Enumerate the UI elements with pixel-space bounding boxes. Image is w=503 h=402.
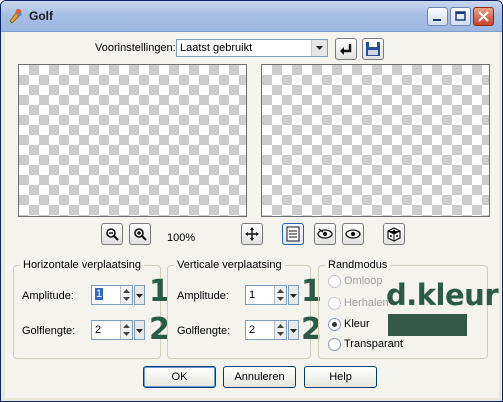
horizontal-amplitude-dropdown[interactable] [134,285,145,305]
horizontal-wavelength-label: Golflengte: [22,325,76,337]
preview-panel-icon [286,226,300,242]
window-title: Golf [29,9,53,23]
preview-on-image-button[interactable] [314,223,336,245]
minimize-icon [433,19,441,21]
horizontal-amplitude-label: Amplitude: [22,290,74,302]
chevron-down-icon [290,294,297,298]
vertical-group-title: Verticale verplaatsing [174,259,285,271]
spin-arrows-icon[interactable] [274,321,286,339]
edge-mode-title: Randmodus [325,259,391,271]
zoom-out-button[interactable] [101,223,123,245]
presets-label: Voorinstellingen: [95,42,176,54]
vertical-wavelength-dropdown[interactable] [288,320,299,340]
vertical-displacement-group: Verticale verplaatsing [167,259,311,359]
minimize-button[interactable] [427,7,448,26]
eye-icon [317,228,333,239]
radio-herhalen[interactable] [328,297,341,310]
zoom-in-button[interactable] [129,223,151,245]
dice-icon [387,227,401,242]
radio-transparant[interactable] [328,338,341,351]
radio-omloop[interactable] [328,275,341,288]
spin-arrows-icon[interactable] [120,321,132,339]
horizontal-group-title: Horizontale verplaatsing [20,259,145,271]
zoom-in-icon [134,228,147,241]
result-preview[interactable] [261,64,490,217]
radio-selected-dot [332,322,337,327]
chevron-down-icon[interactable] [311,40,327,56]
zoom-out-icon [106,228,119,241]
vertical-amplitude-dropdown[interactable] [288,285,299,305]
title-bar[interactable]: Golf [1,1,502,32]
spin-arrows-icon[interactable] [120,286,132,304]
randomize-button[interactable] [383,223,405,245]
horizontal-displacement-group: Horizontale verplaatsing [13,259,161,359]
close-icon [478,11,489,22]
move-icon [245,227,259,241]
vertical-wavelength-input[interactable]: 2 [245,320,287,340]
radio-kleur[interactable] [328,318,341,331]
vertical-amplitude-label: Amplitude: [177,290,229,302]
annotation-color-note: d.kleur [386,278,499,312]
horizontal-wavelength-input[interactable]: 2 [91,320,133,340]
zoom-level: 100% [167,232,196,244]
brush-icon [9,9,22,24]
floppy-disk-icon [366,42,380,56]
pan-button[interactable] [241,223,263,245]
chevron-down-icon [136,329,143,333]
chevron-down-icon [290,329,297,333]
presets-value: Laatst gebruikt [180,42,253,54]
spin-arrows-icon[interactable] [274,286,286,304]
eye-proof-icon [345,229,361,239]
ok-button[interactable]: OK [143,366,216,388]
golf-dialog: Golf Voorinstellingen: Laatst gebruikt 1… [0,0,503,402]
reset-preset-button[interactable] [335,38,357,60]
radio-kleur-label: Kleur [344,318,370,330]
maximize-button[interactable] [450,7,471,26]
toggle-preview-button[interactable] [282,223,304,245]
auto-proof-button[interactable] [342,223,364,245]
edge-color-swatch[interactable] [388,314,467,336]
horizontal-amplitude-value: 1 [95,288,104,300]
horizontal-wavelength-value: 2 [95,324,102,336]
source-preview[interactable] [18,64,247,217]
chevron-down-icon [136,294,143,298]
radio-herhalen-label: Herhalen [344,297,389,309]
radio-omloop-label: Omloop [344,275,383,287]
horizontal-amplitude-input[interactable]: 1 [91,285,133,305]
horizontal-wavelength-dropdown[interactable] [134,320,145,340]
save-preset-button[interactable] [362,38,384,60]
presets-dropdown[interactable]: Laatst gebruikt [176,39,328,57]
help-button[interactable]: Help [304,366,377,388]
vertical-amplitude-value: 1 [249,289,256,301]
close-button[interactable] [473,7,494,26]
cancel-button[interactable]: Annuleren [223,366,296,388]
undo-arrow-icon [340,44,352,55]
maximize-icon [455,11,466,21]
vertical-amplitude-input[interactable]: 1 [245,285,287,305]
vertical-wavelength-label: Golflengte: [177,325,231,337]
vertical-wavelength-value: 2 [249,324,256,336]
radio-transparant-label: Transparant [344,338,403,350]
